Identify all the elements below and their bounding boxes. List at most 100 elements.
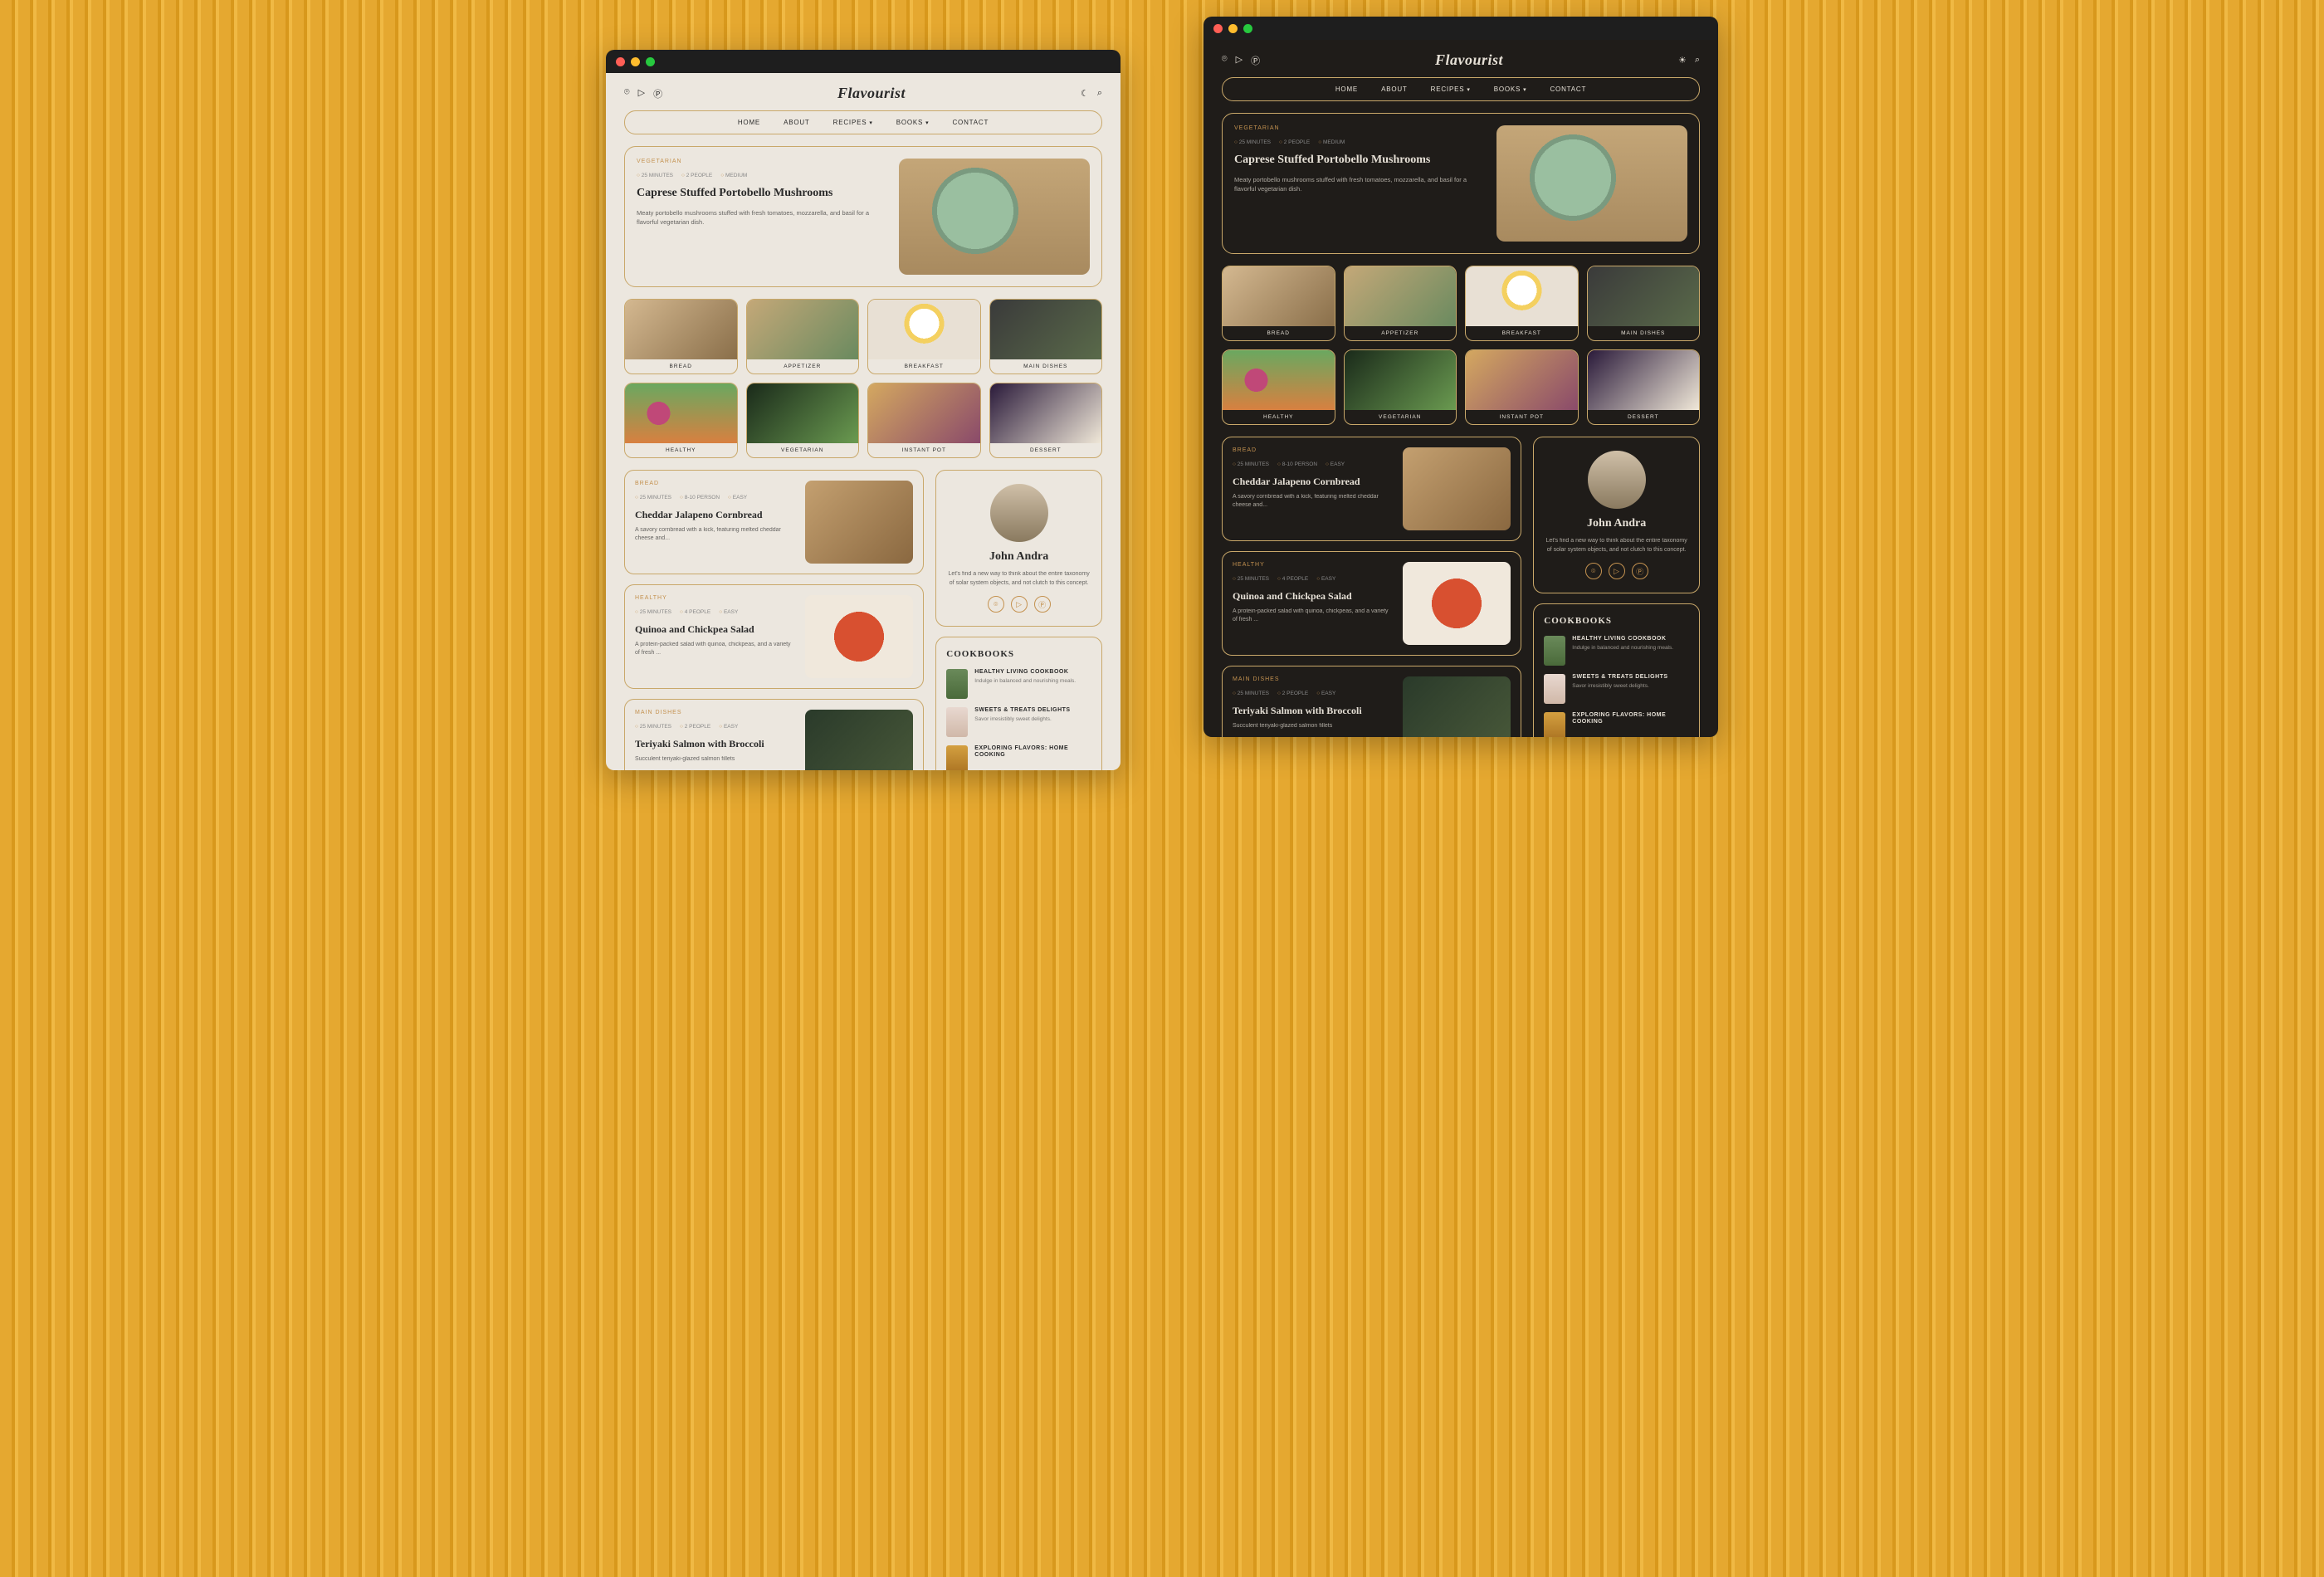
category-breakfast[interactable]: BREAKFAST [867, 299, 981, 374]
author-socials: ⌾ ▷ Ⓟ [946, 596, 1091, 613]
book-thumb [946, 669, 968, 699]
author-bio: Let's find a new way to think about the … [946, 570, 1091, 588]
nav-books[interactable]: BOOKS▾ [1494, 85, 1527, 93]
cookbook-item[interactable]: HEALTHY LIVING COOKBOOKIndulge in balanc… [1544, 636, 1689, 666]
site-logo[interactable]: Flavourist [1435, 51, 1503, 69]
category-appetizer[interactable]: APPETIZER [746, 299, 860, 374]
cookbook-item[interactable]: EXPLORING FLAVORS: HOME COOKING [1544, 712, 1689, 737]
nav-recipes[interactable]: RECIPES▾ [833, 119, 873, 126]
book-thumb [946, 707, 968, 737]
recipe-card[interactable]: HEALTHY 25 MINUTES4 PEOPLEEASY Quinoa an… [1222, 551, 1521, 656]
recipe-list: BREAD 25 MINUTES8-10 PERSONEASY Cheddar … [1222, 437, 1521, 737]
nav-home[interactable]: HOME [738, 119, 760, 126]
pinterest-icon[interactable]: Ⓟ [1251, 54, 1260, 67]
hero-description: Meaty portobello mushrooms stuffed with … [1234, 175, 1487, 194]
category-instant-pot[interactable]: INSTANT POT [1465, 349, 1579, 425]
chevron-down-icon: ▾ [1467, 86, 1470, 93]
main-nav: HOME ABOUT RECIPES▾ BOOKS▾ CONTACT [1222, 77, 1700, 101]
instagram-icon[interactable]: ⌾ [624, 87, 630, 100]
youtube-icon[interactable]: ▷ [1011, 596, 1028, 613]
maximize-window-icon[interactable] [1243, 24, 1252, 33]
chevron-down-icon: ▾ [1523, 86, 1526, 93]
cookbook-item[interactable]: SWEETS & TREATS DELIGHTSSavor irresistib… [946, 707, 1091, 737]
category-healthy[interactable]: HEALTHY [1222, 349, 1335, 425]
instagram-icon[interactable]: ⌾ [1585, 563, 1602, 579]
maximize-window-icon[interactable] [646, 57, 655, 66]
book-thumb [946, 745, 968, 770]
book-thumb [1544, 674, 1565, 704]
hero-card[interactable]: VEGETARIAN 25 MINUTES 2 PEOPLE MEDIUM Ca… [624, 146, 1102, 287]
author-avatar [990, 484, 1048, 542]
category-dessert[interactable]: DESSERT [989, 383, 1103, 458]
nav-about[interactable]: ABOUT [1381, 85, 1408, 93]
category-vegetarian[interactable]: VEGETARIAN [1344, 349, 1457, 425]
hero-description: Meaty portobello mushrooms stuffed with … [637, 208, 889, 227]
youtube-icon[interactable]: ▷ [1609, 563, 1625, 579]
hero-card[interactable]: VEGETARIAN 25 MINUTES 2 PEOPLE MEDIUM Ca… [1222, 113, 1700, 254]
recipe-card[interactable]: HEALTHY 25 MINUTES4 PEOPLEEASY Quinoa an… [624, 584, 924, 689]
instagram-icon[interactable]: ⌾ [988, 596, 1004, 613]
social-links: ⌾ ▷ Ⓟ [1222, 54, 1260, 67]
hero-tag: VEGETARIAN [1234, 125, 1487, 131]
close-window-icon[interactable] [1213, 24, 1223, 33]
hero-title: Caprese Stuffed Portobello Mushrooms [637, 187, 889, 200]
category-bread[interactable]: BREAD [1222, 266, 1335, 341]
category-healthy[interactable]: HEALTHY [624, 383, 738, 458]
page-light: ⌾ ▷ Ⓟ Flavourist ☾ ⌕ HOME ABOUT RECIPES▾… [606, 73, 1120, 770]
category-bread[interactable]: BREAD [624, 299, 738, 374]
recipe-image [1403, 447, 1511, 530]
close-window-icon[interactable] [616, 57, 625, 66]
category-instant-pot[interactable]: INSTANT POT [867, 383, 981, 458]
recipe-card[interactable]: MAIN DISHES 25 MINUTES2 PEOPLEEASY Teriy… [624, 699, 924, 770]
minimize-window-icon[interactable] [1228, 24, 1238, 33]
chevron-down-icon: ▾ [925, 120, 929, 126]
author-name: John Andra [946, 550, 1091, 564]
nav-about[interactable]: ABOUT [784, 119, 810, 126]
recipe-card[interactable]: BREAD 25 MINUTES8-10 PERSONEASY Cheddar … [624, 470, 924, 574]
category-appetizer[interactable]: APPETIZER [1344, 266, 1457, 341]
nav-contact[interactable]: CONTACT [1550, 85, 1586, 93]
pinterest-icon[interactable]: Ⓟ [653, 87, 662, 100]
book-thumb [1544, 636, 1565, 666]
theme-toggle-icon[interactable]: ☾ [1081, 88, 1089, 99]
search-icon[interactable]: ⌕ [1097, 88, 1102, 99]
site-logo[interactable]: Flavourist [837, 85, 906, 102]
hero-meta: 25 MINUTES 2 PEOPLE MEDIUM [1234, 139, 1487, 145]
book-thumb [1544, 712, 1565, 737]
browser-window-light: ⌾ ▷ Ⓟ Flavourist ☾ ⌕ HOME ABOUT RECIPES▾… [606, 50, 1120, 770]
cookbook-item[interactable]: EXPLORING FLAVORS: HOME COOKING [946, 745, 1091, 770]
cookbook-item[interactable]: HEALTHY LIVING COOKBOOKIndulge in balanc… [946, 669, 1091, 699]
recipe-card[interactable]: MAIN DISHES 25 MINUTES2 PEOPLEEASY Teriy… [1222, 666, 1521, 737]
recipe-image [1403, 676, 1511, 737]
pinterest-icon[interactable]: Ⓟ [1034, 596, 1051, 613]
instagram-icon[interactable]: ⌾ [1222, 54, 1228, 67]
nav-recipes[interactable]: RECIPES▾ [1431, 85, 1471, 93]
author-bio: Let's find a new way to think about the … [1544, 537, 1689, 554]
category-main-dishes[interactable]: MAIN DISHES [1587, 266, 1701, 341]
category-grid: BREAD APPETIZER BREAKFAST MAIN DISHES HE… [624, 299, 1102, 458]
page-dark: ⌾ ▷ Ⓟ Flavourist ☀ ⌕ HOME ABOUT RECIPES▾… [1204, 40, 1718, 737]
cookbooks-card: COOKBOOKS HEALTHY LIVING COOKBOOKIndulge… [935, 637, 1102, 770]
nav-contact[interactable]: CONTACT [952, 119, 989, 126]
author-socials: ⌾ ▷ Ⓟ [1544, 563, 1689, 579]
youtube-icon[interactable]: ▷ [1236, 54, 1243, 67]
category-grid: BREAD APPETIZER BREAKFAST MAIN DISHES HE… [1222, 266, 1700, 425]
recipe-card[interactable]: BREAD 25 MINUTES8-10 PERSONEASY Cheddar … [1222, 437, 1521, 541]
search-icon[interactable]: ⌕ [1695, 55, 1700, 66]
pinterest-icon[interactable]: Ⓟ [1632, 563, 1648, 579]
cookbooks-heading: COOKBOOKS [1544, 616, 1689, 626]
minimize-window-icon[interactable] [631, 57, 640, 66]
recipe-image [805, 710, 913, 770]
author-card: John Andra Let's find a new way to think… [1533, 437, 1700, 593]
nav-home[interactable]: HOME [1335, 85, 1358, 93]
category-vegetarian[interactable]: VEGETARIAN [746, 383, 860, 458]
hero-image [899, 159, 1090, 275]
category-dessert[interactable]: DESSERT [1587, 349, 1701, 425]
youtube-icon[interactable]: ▷ [638, 87, 645, 100]
theme-toggle-icon[interactable]: ☀ [1678, 55, 1687, 66]
category-main-dishes[interactable]: MAIN DISHES [989, 299, 1103, 374]
cookbooks-heading: COOKBOOKS [946, 649, 1091, 659]
cookbook-item[interactable]: SWEETS & TREATS DELIGHTSSavor irresistib… [1544, 674, 1689, 704]
nav-books[interactable]: BOOKS▾ [896, 119, 930, 126]
category-breakfast[interactable]: BREAKFAST [1465, 266, 1579, 341]
